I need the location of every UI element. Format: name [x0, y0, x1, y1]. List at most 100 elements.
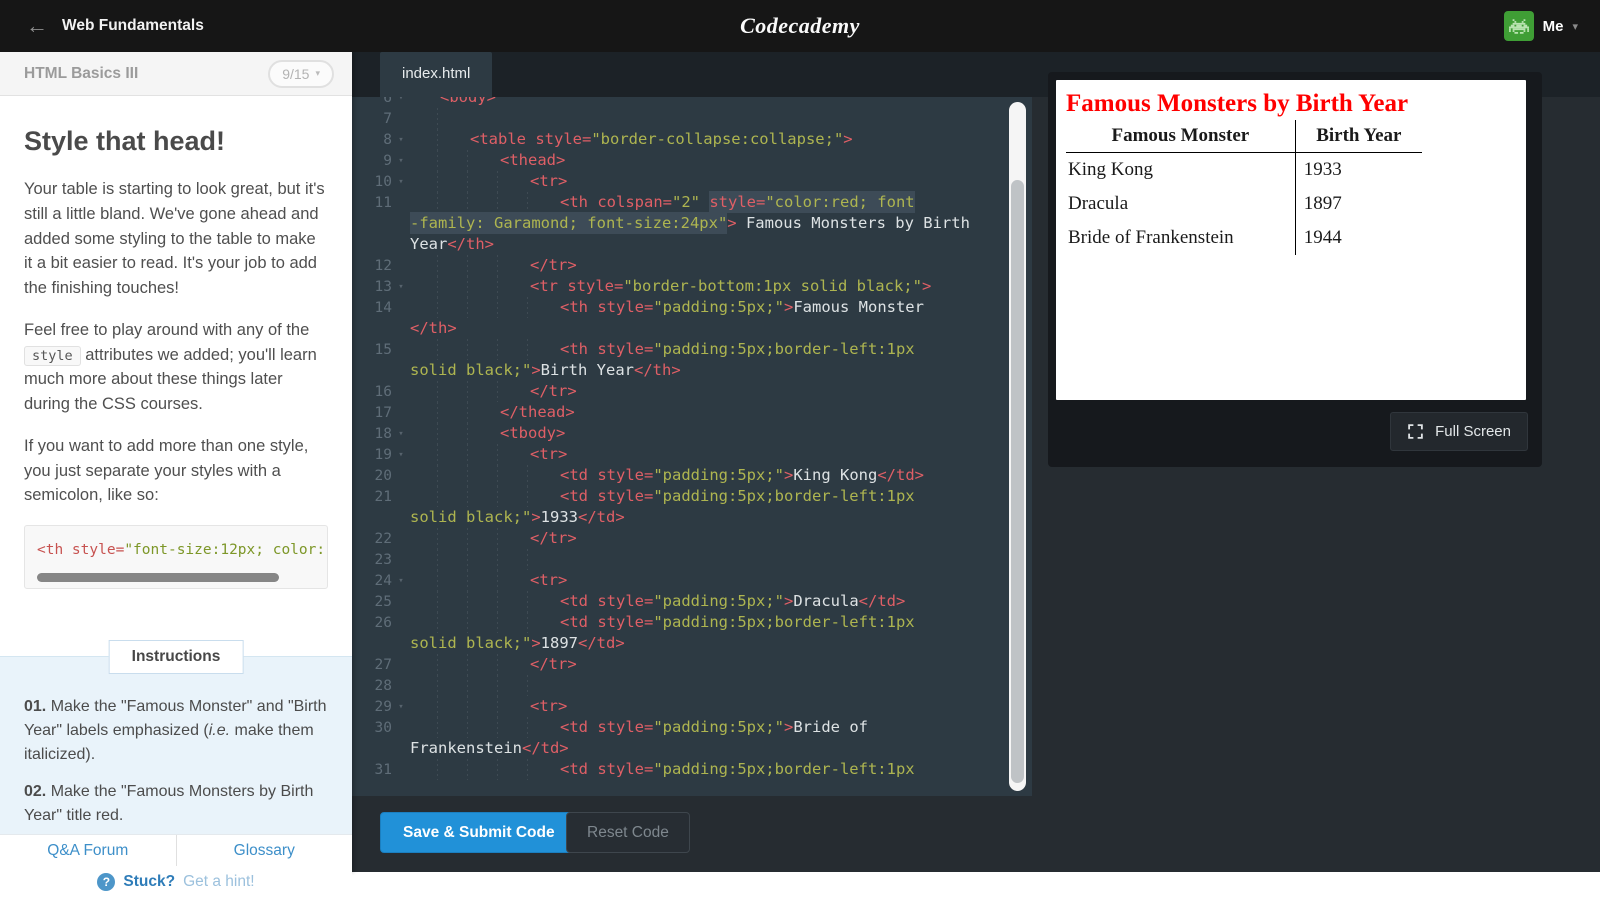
fold-arrow-icon[interactable]: ▾ — [392, 177, 410, 187]
indent-guide — [467, 276, 468, 297]
code-row[interactable]: 29 ▾ <tr> — [352, 696, 1032, 717]
line-number: 12 — [374, 257, 392, 274]
code-row[interactable]: -family: Garamond; font-size:24px"> Famo… — [352, 213, 1032, 234]
code-row[interactable]: 26 <td style="padding:5px;border-left:1px — [352, 612, 1032, 633]
indent-guide — [527, 486, 528, 507]
code-row[interactable]: 23 — [352, 549, 1032, 570]
table-cell: 1897 — [1294, 187, 1422, 221]
code-row[interactable]: 17 </thead> — [352, 402, 1032, 423]
line-number: 22 — [374, 530, 392, 547]
code-line: <tr> — [410, 444, 1032, 465]
fold-arrow-icon[interactable]: ▾ — [392, 156, 410, 166]
fold-arrow-icon[interactable]: ▾ — [392, 702, 410, 712]
indent-guide — [467, 402, 468, 423]
fold-arrow-icon[interactable]: ▾ — [392, 97, 410, 103]
table-cell: Dracula — [1068, 193, 1129, 214]
code-row[interactable]: solid black;">Birth Year</th> — [352, 360, 1032, 381]
code-token: "2" — [671, 193, 700, 211]
indent-guide — [497, 675, 498, 696]
line-number: 7 — [383, 110, 392, 127]
code-row[interactable]: 10 ▾ <tr> — [352, 171, 1032, 192]
code-row[interactable]: solid black;">1897</td> — [352, 633, 1032, 654]
indent-guide — [497, 297, 498, 318]
code-token: <td style= — [560, 718, 654, 736]
code-row[interactable]: 8 ▾ <table style="border-collapse:collapse… — [352, 129, 1032, 150]
line-number: 13 — [374, 278, 392, 295]
indent-guide — [437, 444, 438, 465]
code-token: <th colspan= — [560, 193, 672, 211]
qa-forum-link[interactable]: Q&A Forum — [0, 835, 176, 866]
editor-scrollbar-thumb[interactable] — [1011, 180, 1024, 783]
user-menu[interactable]: Me ▾ — [1503, 0, 1578, 52]
snippet-scrollbar[interactable] — [37, 573, 279, 582]
preview-container: Famous Monsters by Birth Year Famous Mon… — [1048, 72, 1542, 467]
code-token: </tr> — [530, 655, 577, 673]
code-row[interactable]: 28 — [352, 675, 1032, 696]
instructions-section: 01. Make the "Famous Monster" and "Birth… — [0, 656, 352, 834]
fold-arrow-icon[interactable]: ▾ — [392, 576, 410, 586]
preview-table-body: King Kong 1933 Dracula 1897 Bride of Franken… — [1066, 152, 1422, 255]
code-row[interactable]: Frankenstein</td> — [352, 738, 1032, 759]
fold-arrow-icon[interactable]: ▾ — [392, 429, 410, 439]
code-token: 1897 — [540, 634, 578, 652]
save-submit-button[interactable]: Save & Submit Code — [380, 812, 578, 853]
code-row[interactable]: 15 <th style="padding:5px;border-left:1px — [352, 339, 1032, 360]
hint-row[interactable]: ? Stuck? Get a hint! — [0, 866, 352, 906]
indent-guide — [497, 591, 498, 612]
code-row[interactable]: solid black;">1933</td> — [352, 507, 1032, 528]
code-row[interactable]: 30 <td style="padding:5px;">Bride of — [352, 717, 1032, 738]
code-row[interactable]: 13 ▾ <tr style="border-bottom:1px solid bl… — [352, 276, 1032, 297]
code-row[interactable]: 22 </tr> — [352, 528, 1032, 549]
indent-guide — [437, 654, 438, 675]
indent-guide — [437, 255, 438, 276]
code-editor[interactable]: 6 ▾ <body> 7 8 ▾ <table style="border-collapse… — [352, 97, 1032, 796]
fold-arrow-icon[interactable]: ▾ — [392, 135, 410, 145]
line-number: 20 — [374, 467, 392, 484]
fullscreen-button[interactable]: Full Screen — [1390, 412, 1528, 451]
code-line — [410, 675, 1032, 696]
stuck-label: Stuck? — [123, 873, 176, 890]
code-row[interactable]: 27 </tr> — [352, 654, 1032, 675]
code-token: <td style= — [560, 487, 654, 505]
code-row[interactable]: 18 ▾ <tbody> — [352, 423, 1032, 444]
fold-arrow-icon[interactable]: ▾ — [392, 282, 410, 292]
indent-guide — [527, 297, 528, 318]
editor-scrollbar[interactable] — [1009, 102, 1026, 791]
indent-guide — [497, 717, 498, 738]
indent-guide — [437, 108, 438, 129]
indent-guide — [467, 465, 468, 486]
code-token: <td style= — [560, 466, 654, 484]
reset-code-button[interactable]: Reset Code — [566, 812, 690, 853]
progress-dropdown[interactable]: 9/15 ▾ — [268, 59, 334, 88]
code-row[interactable]: 21 <td style="padding:5px;border-left:1px — [352, 486, 1032, 507]
code-row[interactable]: 6 ▾ <body> — [352, 97, 1032, 108]
code-token: <thead> — [500, 151, 566, 169]
code-row[interactable]: 16 </tr> — [352, 381, 1032, 402]
glossary-link[interactable]: Glossary — [175, 835, 353, 866]
back-arrow-icon[interactable]: ← — [26, 15, 48, 37]
code-row[interactable]: </th> — [352, 318, 1032, 339]
tab-index-html[interactable]: index.html — [380, 52, 493, 97]
table-row: Famous Monster Birth Year — [1066, 120, 1422, 153]
code-token: </tr> — [530, 529, 577, 547]
code-row[interactable]: Year</th> — [352, 234, 1032, 255]
code-row[interactable]: 12 </tr> — [352, 255, 1032, 276]
preview-title: Famous Monsters by Birth Year — [1066, 90, 1409, 117]
code-row[interactable]: 11 <th colspan="2" style="color:red; font — [352, 192, 1032, 213]
code-row[interactable]: 14 <th style="padding:5px;">Famous Monste… — [352, 297, 1032, 318]
code-row[interactable]: 24 ▾ <tr> — [352, 570, 1032, 591]
code-token: <tr> — [530, 172, 568, 190]
code-row[interactable]: 25 <td style="padding:5px;">Dracula</td> — [352, 591, 1032, 612]
code-token: solid black;" — [410, 634, 532, 652]
code-token: > — [727, 214, 737, 232]
code-line: <th style="padding:5px;">Famous Monster — [410, 297, 1032, 318]
code-token: </th> — [634, 361, 681, 379]
code-token: "padding:5px;" — [653, 718, 784, 736]
code-token: <td style= — [560, 760, 654, 778]
fold-arrow-icon[interactable]: ▾ — [392, 450, 410, 460]
code-row[interactable]: 7 — [352, 108, 1032, 129]
code-row[interactable]: 31 <td style="padding:5px;border-left:1px — [352, 759, 1032, 780]
code-row[interactable]: 9 ▾ <thead> — [352, 150, 1032, 171]
code-row[interactable]: 19 ▾ <tr> — [352, 444, 1032, 465]
code-row[interactable]: 20 <td style="padding:5px;">King Kong</td… — [352, 465, 1032, 486]
